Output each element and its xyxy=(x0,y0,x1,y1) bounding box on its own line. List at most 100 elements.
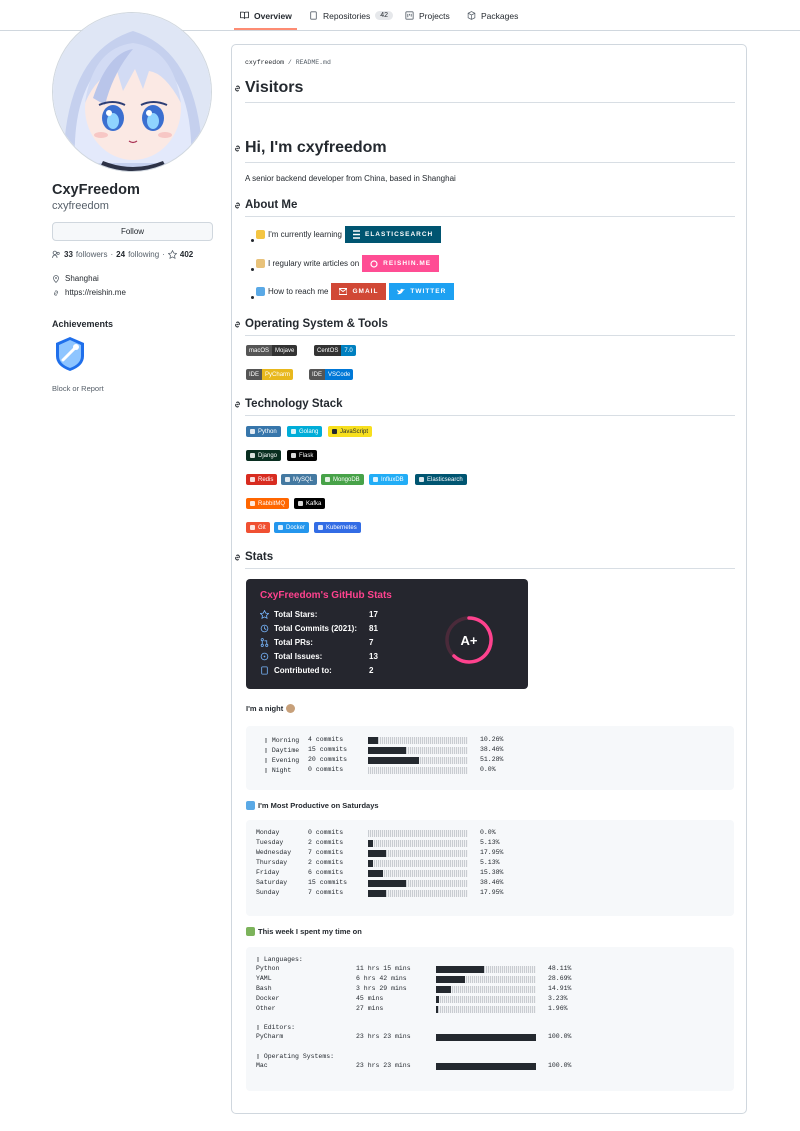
mysql-icon xyxy=(285,477,290,482)
following-label[interactable]: following xyxy=(128,250,159,259)
anchor-link-icon[interactable] xyxy=(233,84,242,93)
avatar[interactable] xyxy=(52,12,212,172)
issue-icon xyxy=(260,652,269,661)
row-label: Python xyxy=(256,965,280,972)
docker-icon xyxy=(278,525,283,530)
badge-label: TWITTER xyxy=(410,288,447,295)
progress-bar xyxy=(368,757,468,764)
row-amount: 45 mins xyxy=(356,995,384,1002)
tech-badge-rabbitmq[interactable]: RabbitMQ xyxy=(246,498,290,509)
progress-bar xyxy=(368,737,468,744)
follow-button[interactable]: Follow xyxy=(52,222,213,241)
row-amount: 2 commits xyxy=(308,859,344,866)
tech-badge-mongodb[interactable]: MongoDB xyxy=(321,474,364,485)
stats-value: 81 xyxy=(369,624,378,633)
tech-badge-mysql[interactable]: MySQL xyxy=(281,474,318,485)
ide-badge-vscode[interactable]: IDE VSCode xyxy=(309,369,354,380)
project-icon xyxy=(405,11,414,20)
anchor-link-icon[interactable] xyxy=(233,553,242,562)
anchor-link-icon[interactable] xyxy=(233,201,242,210)
tech-badge-docker[interactable]: Docker xyxy=(274,522,310,533)
anchor-link-icon[interactable] xyxy=(233,400,242,409)
stat-row: ▯ Morning 4 commits 10.26% xyxy=(256,736,726,746)
tech-badge-influxdb[interactable]: InfluxDB xyxy=(369,474,408,485)
tech-badge-flask[interactable]: Flask xyxy=(287,450,318,461)
stat-row: ▯ Evening 20 commits 51.28% xyxy=(256,756,726,766)
progress-fill xyxy=(368,870,383,877)
os-badge-centos[interactable]: CentOS 7.0 xyxy=(314,345,356,356)
mailbox-icon xyxy=(256,287,265,296)
anchor-link-icon[interactable] xyxy=(233,320,242,329)
elasticsearch-badge[interactable]: ELASTICSEARCH xyxy=(345,226,442,243)
row-label: ▯ Night xyxy=(264,767,292,774)
stat-row: Saturday 15 commits 38.46% xyxy=(256,879,726,889)
row-percent: 100.0% xyxy=(548,1062,572,1069)
tech-badge-kafka[interactable]: Kafka xyxy=(294,498,326,509)
stat-row: Wednesday 7 commits 17.95% xyxy=(256,849,726,859)
os-badge-macos[interactable]: macOS Mojave xyxy=(246,345,298,356)
influxdb-icon xyxy=(373,477,378,482)
tech-badge-python[interactable]: Python xyxy=(246,426,281,437)
github-stats-card[interactable]: CxyFreedom's GitHub Stats Total Stars: 1… xyxy=(246,579,528,689)
stats-value: 7 xyxy=(369,638,374,647)
achievement-badge-icon[interactable] xyxy=(54,336,86,372)
tab-overview[interactable]: Overview xyxy=(240,6,292,25)
badge-right: VSCode xyxy=(325,369,354,380)
kubernetes-icon xyxy=(318,525,323,530)
reishin-badge[interactable]: REISHIN.ME xyxy=(362,255,440,272)
badge-right: 7.0 xyxy=(341,345,356,356)
history-icon xyxy=(260,624,269,633)
row-amount: 6 commits xyxy=(308,869,344,876)
row-percent: 0.0% xyxy=(480,766,496,773)
stars-count[interactable]: 402 xyxy=(180,250,193,259)
row-label: Friday xyxy=(256,869,280,876)
followers-label[interactable]: followers xyxy=(76,250,108,259)
row-amount: 6 hrs 42 mins xyxy=(356,975,407,982)
badge-label: Kafka xyxy=(306,500,322,507)
location-icon xyxy=(53,274,59,283)
gmail-badge[interactable]: GMAIL xyxy=(331,283,387,300)
tab-packages[interactable]: Packages xyxy=(467,6,518,25)
tech-badge-redis[interactable]: Redis xyxy=(246,474,278,485)
tab-repositories[interactable]: Repositories 42 xyxy=(309,6,394,25)
badge-label: Redis xyxy=(258,476,274,483)
badge-left: IDE xyxy=(246,369,263,380)
crumb-user[interactable]: cxyfreedom xyxy=(245,59,284,66)
badge-label: RabbitMQ xyxy=(258,500,286,507)
website-link[interactable]: https://reishin.me xyxy=(65,288,126,297)
row-percent: 14.91% xyxy=(548,985,572,992)
row-label: Bash xyxy=(256,985,272,992)
row-label: Saturday xyxy=(256,879,288,886)
week-code-block: ▯ Languages: Python 11 hrs 15 mins 48.11% Y… xyxy=(246,947,734,1091)
row-label: Mac xyxy=(256,1062,268,1069)
editors-label: ▯ Editors: xyxy=(256,1024,296,1031)
progress-fill xyxy=(436,966,484,973)
javascript-icon xyxy=(332,429,337,434)
row-amount: 3 hrs 29 mins xyxy=(356,985,407,992)
stats-row-stars: Total Stars: 17 xyxy=(260,610,378,619)
followers-count[interactable]: 33 xyxy=(64,250,73,259)
chart-icon xyxy=(246,927,255,936)
row-label: Docker xyxy=(256,995,280,1002)
following-count[interactable]: 24 xyxy=(116,250,125,259)
week-heading: This week I spent my time on xyxy=(246,927,362,936)
twitter-badge[interactable]: TWITTER xyxy=(389,283,455,300)
tech-badge-django[interactable]: Django xyxy=(246,450,282,461)
progress-fill xyxy=(368,757,419,764)
block-report-link[interactable]: Block or Report xyxy=(52,384,104,393)
tech-badge-elasticsearch[interactable]: Elasticsearch xyxy=(415,474,467,485)
tab-projects[interactable]: Projects xyxy=(405,6,450,25)
tech-badge-golang[interactable]: Golang xyxy=(287,426,323,437)
row-amount: 23 hrs 23 mins xyxy=(356,1033,411,1040)
week-title: This week I spent my time on xyxy=(258,927,362,936)
tech-badge-git[interactable]: Git xyxy=(246,522,270,533)
memo-icon xyxy=(256,259,265,268)
ide-badge-pycharm[interactable]: IDE PyCharm xyxy=(246,369,294,380)
badge-label: ELASTICSEARCH xyxy=(365,231,434,238)
website-row[interactable]: https://reishin.me xyxy=(52,288,126,297)
tech-badge-kubernetes[interactable]: Kubernetes xyxy=(314,522,361,533)
list-bullet xyxy=(251,296,254,299)
stats-label: Total Issues: xyxy=(274,652,323,661)
anchor-link-icon[interactable] xyxy=(233,144,242,153)
tech-badge-javascript[interactable]: JavaScript xyxy=(328,426,373,437)
